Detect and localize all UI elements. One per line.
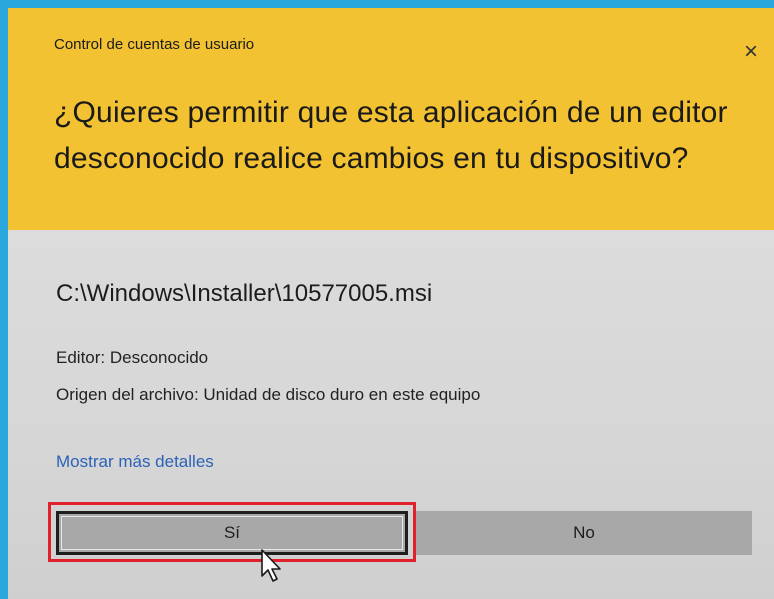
publisher-info: Editor: Desconocido bbox=[56, 348, 209, 367]
dialog-body: C:\Windows\Installer\10577005.msi Editor… bbox=[8, 230, 774, 599]
button-row: Sí No bbox=[48, 502, 753, 562]
dialog-title: Control de cuentas de usuario bbox=[54, 36, 255, 53]
file-origin-info: Origen del archivo: Unidad de disco duro… bbox=[56, 385, 481, 404]
no-button-label: No bbox=[573, 523, 595, 542]
consent-question: ¿Quieres permitir que esta aplicación de… bbox=[54, 96, 728, 175]
yes-button-label: Sí bbox=[223, 523, 241, 542]
yes-button[interactable]: Sí bbox=[56, 511, 408, 555]
dialog-header: Control de cuentas de usuario × ¿Quieres… bbox=[8, 8, 774, 230]
no-button[interactable]: No bbox=[416, 511, 752, 555]
uac-dialog: Control de cuentas de usuario × ¿Quieres… bbox=[8, 8, 774, 599]
show-more-details-link[interactable]: Mostrar más detalles bbox=[56, 452, 214, 472]
close-icon[interactable]: × bbox=[744, 40, 758, 64]
program-path: C:\Windows\Installer\10577005.msi bbox=[56, 280, 433, 307]
mouse-pointer-icon bbox=[261, 549, 281, 582]
